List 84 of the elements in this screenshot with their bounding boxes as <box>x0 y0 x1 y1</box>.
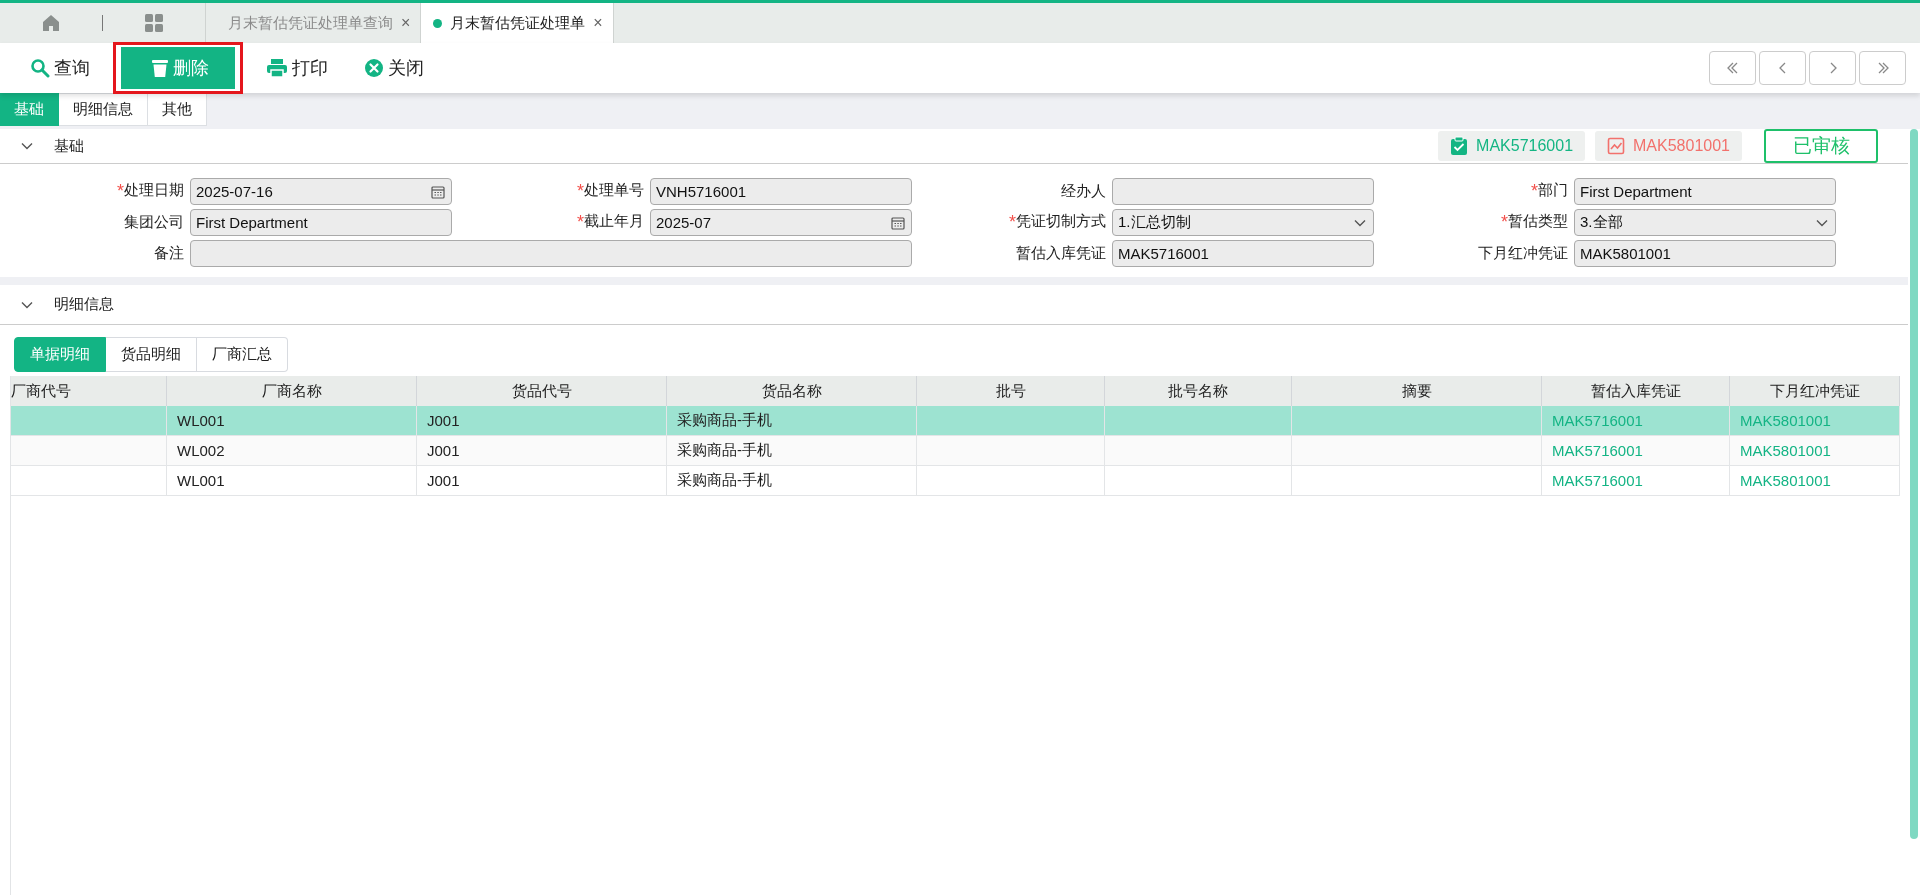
field-label: 下月红冲凭证 <box>1477 244 1569 263</box>
tab-label: 月末暂估凭证处理单 <box>450 13 586 33</box>
column-header[interactable]: 厂商名称 <box>167 376 417 406</box>
field-label: 备注 <box>153 244 185 263</box>
table-cell[interactable] <box>1105 466 1292 496</box>
status-stamp: 已审核 <box>1764 129 1878 163</box>
printer-icon <box>266 58 288 78</box>
table-cell[interactable]: WL002 <box>167 436 417 466</box>
required-mark: * <box>1501 212 1508 232</box>
required-mark: * <box>577 181 584 201</box>
table-cell[interactable] <box>1292 436 1542 466</box>
table-cell[interactable]: 采购商品-手机 <box>667 436 917 466</box>
last-page-button[interactable] <box>1859 51 1906 85</box>
section-title: 基础 <box>54 136 84 156</box>
home-tab[interactable] <box>41 13 61 33</box>
input-field[interactable]: First Department <box>190 209 452 236</box>
double-left-chevron-icon <box>1725 61 1740 75</box>
required-mark: * <box>1531 181 1538 201</box>
column-header[interactable]: 货品名称 <box>667 376 917 406</box>
input-field[interactable] <box>190 240 912 267</box>
field-label: 暂估入库凭证 <box>1015 244 1107 263</box>
table-cell[interactable]: WL001 <box>167 466 417 496</box>
column-header[interactable]: 暂估入库凭证 <box>1542 376 1730 406</box>
table-cell[interactable]: J001 <box>417 406 667 436</box>
close-icon <box>364 58 384 78</box>
home-icon <box>41 13 61 33</box>
table-cell[interactable]: WL001 <box>167 406 417 436</box>
table-cell[interactable] <box>917 466 1105 496</box>
column-header[interactable]: 厂商代号 <box>11 376 167 406</box>
table-cell[interactable] <box>11 466 167 496</box>
close-button[interactable]: 关闭 <box>356 47 432 89</box>
calendar-icon <box>431 184 445 199</box>
table-cell[interactable] <box>1292 406 1542 436</box>
dropdown-field[interactable]: 3.全部 <box>1574 209 1836 236</box>
query-button[interactable]: 查询 <box>22 47 98 89</box>
table-cell[interactable] <box>1105 436 1292 466</box>
detail-tab[interactable]: 货品明细 <box>106 337 197 372</box>
table-cell[interactable] <box>11 406 167 436</box>
first-page-button[interactable] <box>1709 51 1756 85</box>
table-cell[interactable] <box>11 436 167 466</box>
detail-tab[interactable]: 厂商汇总 <box>197 337 288 372</box>
table-cell[interactable] <box>1105 406 1292 436</box>
page-tab[interactable]: 其他 <box>148 93 207 126</box>
table-cell[interactable] <box>1292 466 1542 496</box>
table-cell[interactable]: J001 <box>417 436 667 466</box>
page-tab[interactable]: 明细信息 <box>59 93 148 126</box>
window-tab[interactable]: 月末暂估凭证处理单 × <box>420 3 613 43</box>
column-header[interactable]: 批号名称 <box>1105 376 1292 406</box>
table-cell[interactable] <box>917 406 1105 436</box>
table-cell[interactable]: 采购商品-手机 <box>667 466 917 496</box>
trash-icon <box>151 58 169 78</box>
input-field[interactable]: MAK5801001 <box>1574 240 1836 267</box>
previous-button[interactable] <box>1759 51 1806 85</box>
date-field[interactable]: 2025-07-16 <box>190 178 452 205</box>
table-cell[interactable] <box>917 436 1105 466</box>
input-field[interactable]: MAK5716001 <box>1112 240 1374 267</box>
grid-icon <box>144 13 164 33</box>
input-field[interactable] <box>1112 178 1374 205</box>
required-mark: * <box>1009 212 1016 232</box>
required-mark: * <box>117 181 124 201</box>
table-cell[interactable]: J001 <box>417 466 667 496</box>
scrollbar-thumb[interactable] <box>1910 129 1918 839</box>
date-field[interactable]: 2025-07 <box>650 209 912 236</box>
column-header[interactable]: 摘要 <box>1292 376 1542 406</box>
section-title: 明细信息 <box>54 295 114 314</box>
search-icon <box>30 58 50 78</box>
field-label: 经办人 <box>1060 182 1107 201</box>
column-header[interactable]: 批号 <box>917 376 1105 406</box>
dropdown-field[interactable]: 1.汇总切制 <box>1112 209 1374 236</box>
input-field[interactable]: VNH5716001 <box>650 178 912 205</box>
active-dot <box>433 18 443 28</box>
field-label: 集团公司 <box>123 213 185 232</box>
next-button[interactable] <box>1809 51 1856 85</box>
print-button[interactable]: 打印 <box>258 47 336 89</box>
column-header[interactable]: 货品代号 <box>417 376 667 406</box>
close-tab-button[interactable]: × <box>593 14 603 32</box>
close-tab-button[interactable]: × <box>401 14 411 32</box>
apps-tab[interactable] <box>144 13 164 33</box>
calendar-icon <box>891 215 905 230</box>
input-field[interactable]: First Department <box>1574 178 1836 205</box>
required-mark: * <box>577 212 584 232</box>
tab-label: 月末暂估凭证处理单查询 <box>228 13 393 33</box>
column-header[interactable]: 下月红冲凭证 <box>1730 376 1900 406</box>
table-cell[interactable]: 采购商品-手机 <box>667 406 917 436</box>
